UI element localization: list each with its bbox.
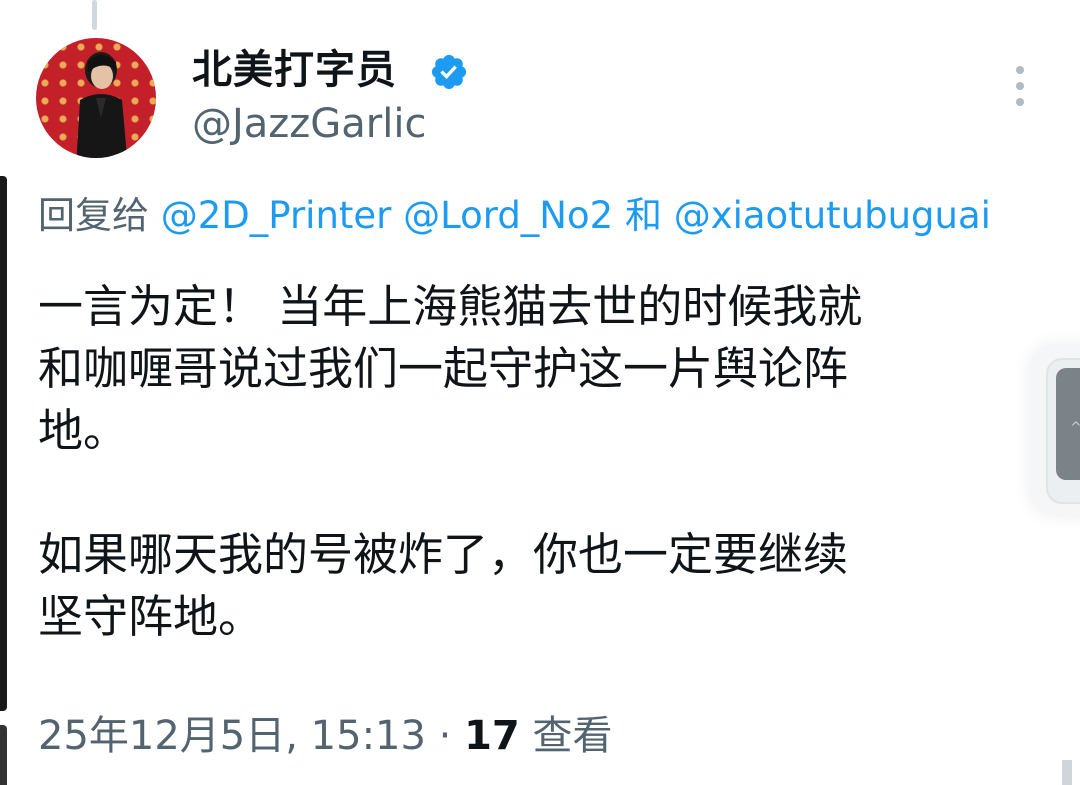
reply-mention-xiaotutubuguai[interactable]: @xiaotutubuguai [674,194,991,237]
more-dot [1016,98,1024,106]
thread-connector-line [92,0,97,30]
chevron-up-icon: ^ [1070,420,1080,436]
reply-conjunction: 和 [624,194,662,237]
avatar-person-icon [76,52,128,158]
reply-mention-2d-printer[interactable]: @2D_Printer [161,194,392,237]
scroll-handle[interactable]: ^ [1056,368,1080,480]
avatar[interactable] [36,38,156,158]
more-options-icon[interactable] [1004,66,1036,106]
reply-mention-lord-no2[interactable]: @Lord_No2 [403,194,613,237]
more-dot [1016,66,1024,74]
views-count[interactable]: 17 [464,713,520,759]
edge-indicator [1062,760,1072,785]
verified-badge-icon[interactable] [429,52,469,92]
focus-indicator-bar-lower [0,725,7,785]
focus-indicator-bar [0,176,7,711]
tweet-text: 一言为定！ 当年上海熊猫去世的时候我就 和咖喱哥说过我们一起守护这一片舆论阵 地… [38,280,863,643]
tweet-timestamp[interactable]: 25年12月5日, 15:13 · [38,713,464,759]
author-handle[interactable]: @JazzGarlic [192,98,426,150]
reply-context: 回复给 @2D_Printer @Lord_No2 和 @xiaotutubug… [38,190,991,242]
more-dot [1016,82,1024,90]
views-label: 查看 [519,713,613,759]
tweet-meta: 25年12月5日, 15:13 · 17 查看 [38,710,612,762]
author-display-name[interactable]: 北美打字员 [192,44,397,96]
reply-prefix: 回复给 [38,194,149,237]
